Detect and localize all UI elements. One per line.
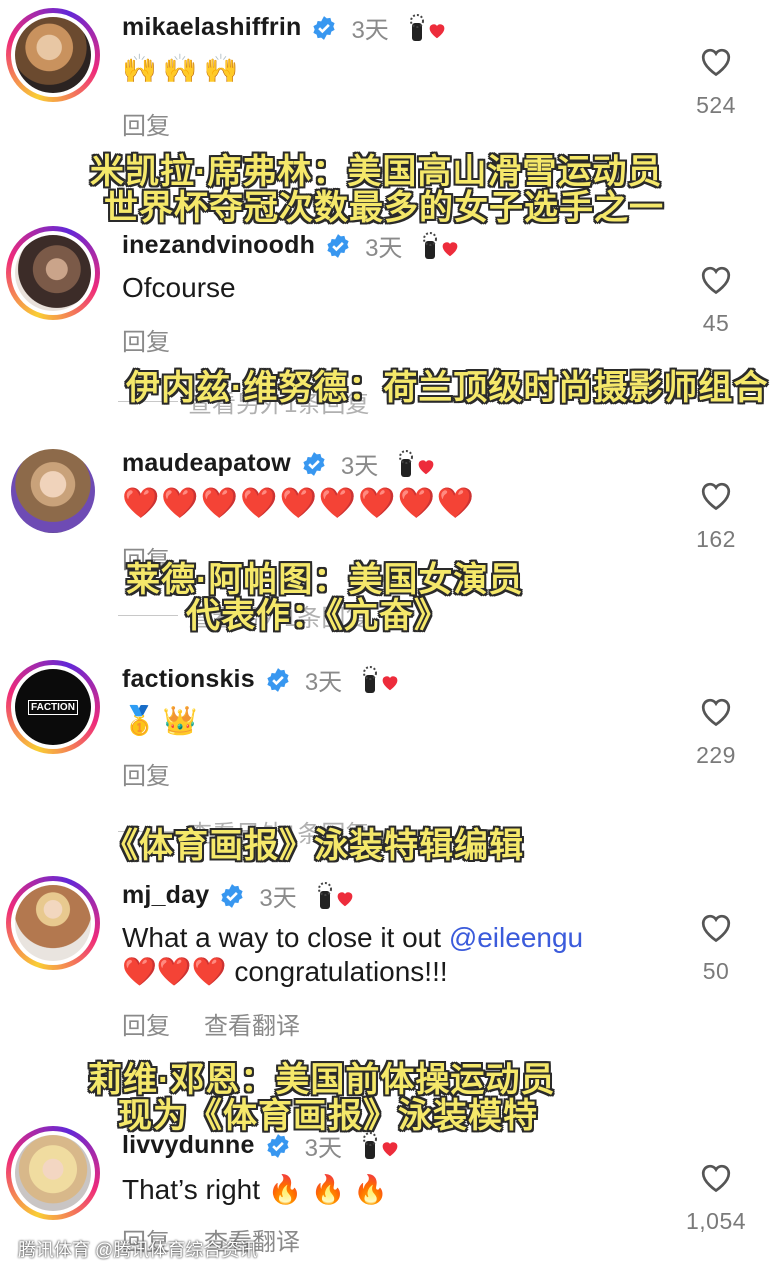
timestamp: 3天	[365, 235, 403, 262]
reply-button[interactable]: 回复	[122, 322, 170, 357]
caption-overlay: 世界杯夺冠次数最多的女子选手之一	[104, 189, 664, 227]
heart-outline-icon[interactable]	[698, 1160, 734, 1194]
username[interactable]: factionskis	[122, 665, 255, 694]
creator-liked-icon	[394, 449, 436, 479]
timestamp: 3天	[304, 669, 343, 696]
reply-button[interactable]: 回复	[122, 1006, 170, 1041]
like-count: 1,054	[685, 1208, 747, 1234]
verified-badge-icon	[313, 15, 336, 40]
timestamp: 3天	[351, 17, 389, 44]
avatar[interactable]	[6, 876, 100, 970]
heart-outline-icon[interactable]	[698, 44, 734, 78]
like-button[interactable]: 50	[686, 910, 746, 985]
like-count: 524	[696, 92, 736, 118]
caption-overlay: 伊内兹·维努德：荷兰顶级时尚摄影师组合	[126, 369, 769, 407]
creator-liked-icon	[405, 13, 447, 43]
like-count: 50	[702, 958, 730, 984]
mention-link[interactable]: @eileengu	[449, 922, 583, 953]
verified-badge-icon	[266, 1133, 289, 1158]
watermark: 腾讯体育 @腾讯体育综合资讯	[18, 1240, 258, 1260]
verified-badge-icon	[267, 667, 289, 692]
heart-outline-icon[interactable]	[698, 694, 734, 728]
caption-overlay: 代表作：《亢奋》	[186, 597, 449, 635]
reply-button[interactable]: 回复	[122, 756, 170, 791]
verified-badge-icon	[303, 451, 325, 476]
caption-overlay: 《体育画报》泳装特辑编辑	[104, 827, 524, 865]
like-button[interactable]: 162	[686, 478, 746, 553]
username[interactable]: maudeapatow	[122, 449, 291, 478]
heart-outline-icon[interactable]	[698, 910, 734, 944]
verified-badge-icon	[221, 883, 243, 908]
username[interactable]: inezandvinoodh	[122, 231, 315, 260]
timestamp: 3天	[304, 1135, 342, 1162]
creator-liked-icon	[358, 1131, 400, 1161]
username[interactable]: mikaelashiffrin	[122, 13, 301, 42]
verified-badge-icon	[327, 233, 349, 258]
creator-liked-icon	[418, 231, 460, 261]
like-count: 45	[702, 310, 730, 336]
avatar[interactable]	[6, 8, 100, 102]
username[interactable]: mj_day	[122, 881, 209, 910]
like-button[interactable]: 45	[686, 262, 746, 337]
comment-text: Ofcourse	[122, 272, 236, 303]
avatar-logo-text: FACTION	[28, 699, 78, 715]
comment-text: That’s right 🔥 🔥 🔥	[122, 1174, 388, 1205]
comment-text: 🙌 🙌 🙌	[122, 53, 239, 84]
like-count: 229	[696, 742, 736, 768]
avatar[interactable]	[6, 1126, 100, 1220]
timestamp: 3天	[259, 885, 297, 912]
like-button[interactable]: 1,054	[678, 1160, 754, 1235]
translate-button[interactable]: 查看翻译	[204, 1006, 300, 1041]
avatar[interactable]	[6, 226, 100, 320]
like-button[interactable]: 229	[686, 694, 746, 769]
comment-text: ❤️ ❤️ ❤️ ❤️ ❤️ ❤️ ❤️ ❤️ ❤️	[122, 487, 475, 520]
comment-text: 🥇 👑	[122, 705, 198, 736]
creator-liked-icon	[358, 665, 400, 695]
like-count: 162	[696, 526, 736, 552]
avatar[interactable]: FACTION	[6, 660, 100, 754]
comment-text: What a way to close it out @eileengu	[122, 922, 584, 953]
comment-text-line2: ❤️❤️❤️ congratulations!!!	[122, 956, 448, 987]
heart-outline-icon[interactable]	[698, 478, 734, 512]
reply-button[interactable]: 回复	[122, 106, 170, 141]
creator-liked-icon	[313, 881, 355, 911]
heart-outline-icon[interactable]	[698, 262, 734, 296]
timestamp: 3天	[340, 453, 379, 480]
username[interactable]: livvydunne	[122, 1131, 255, 1160]
avatar[interactable]	[6, 444, 100, 538]
like-button[interactable]: 524	[686, 44, 746, 119]
